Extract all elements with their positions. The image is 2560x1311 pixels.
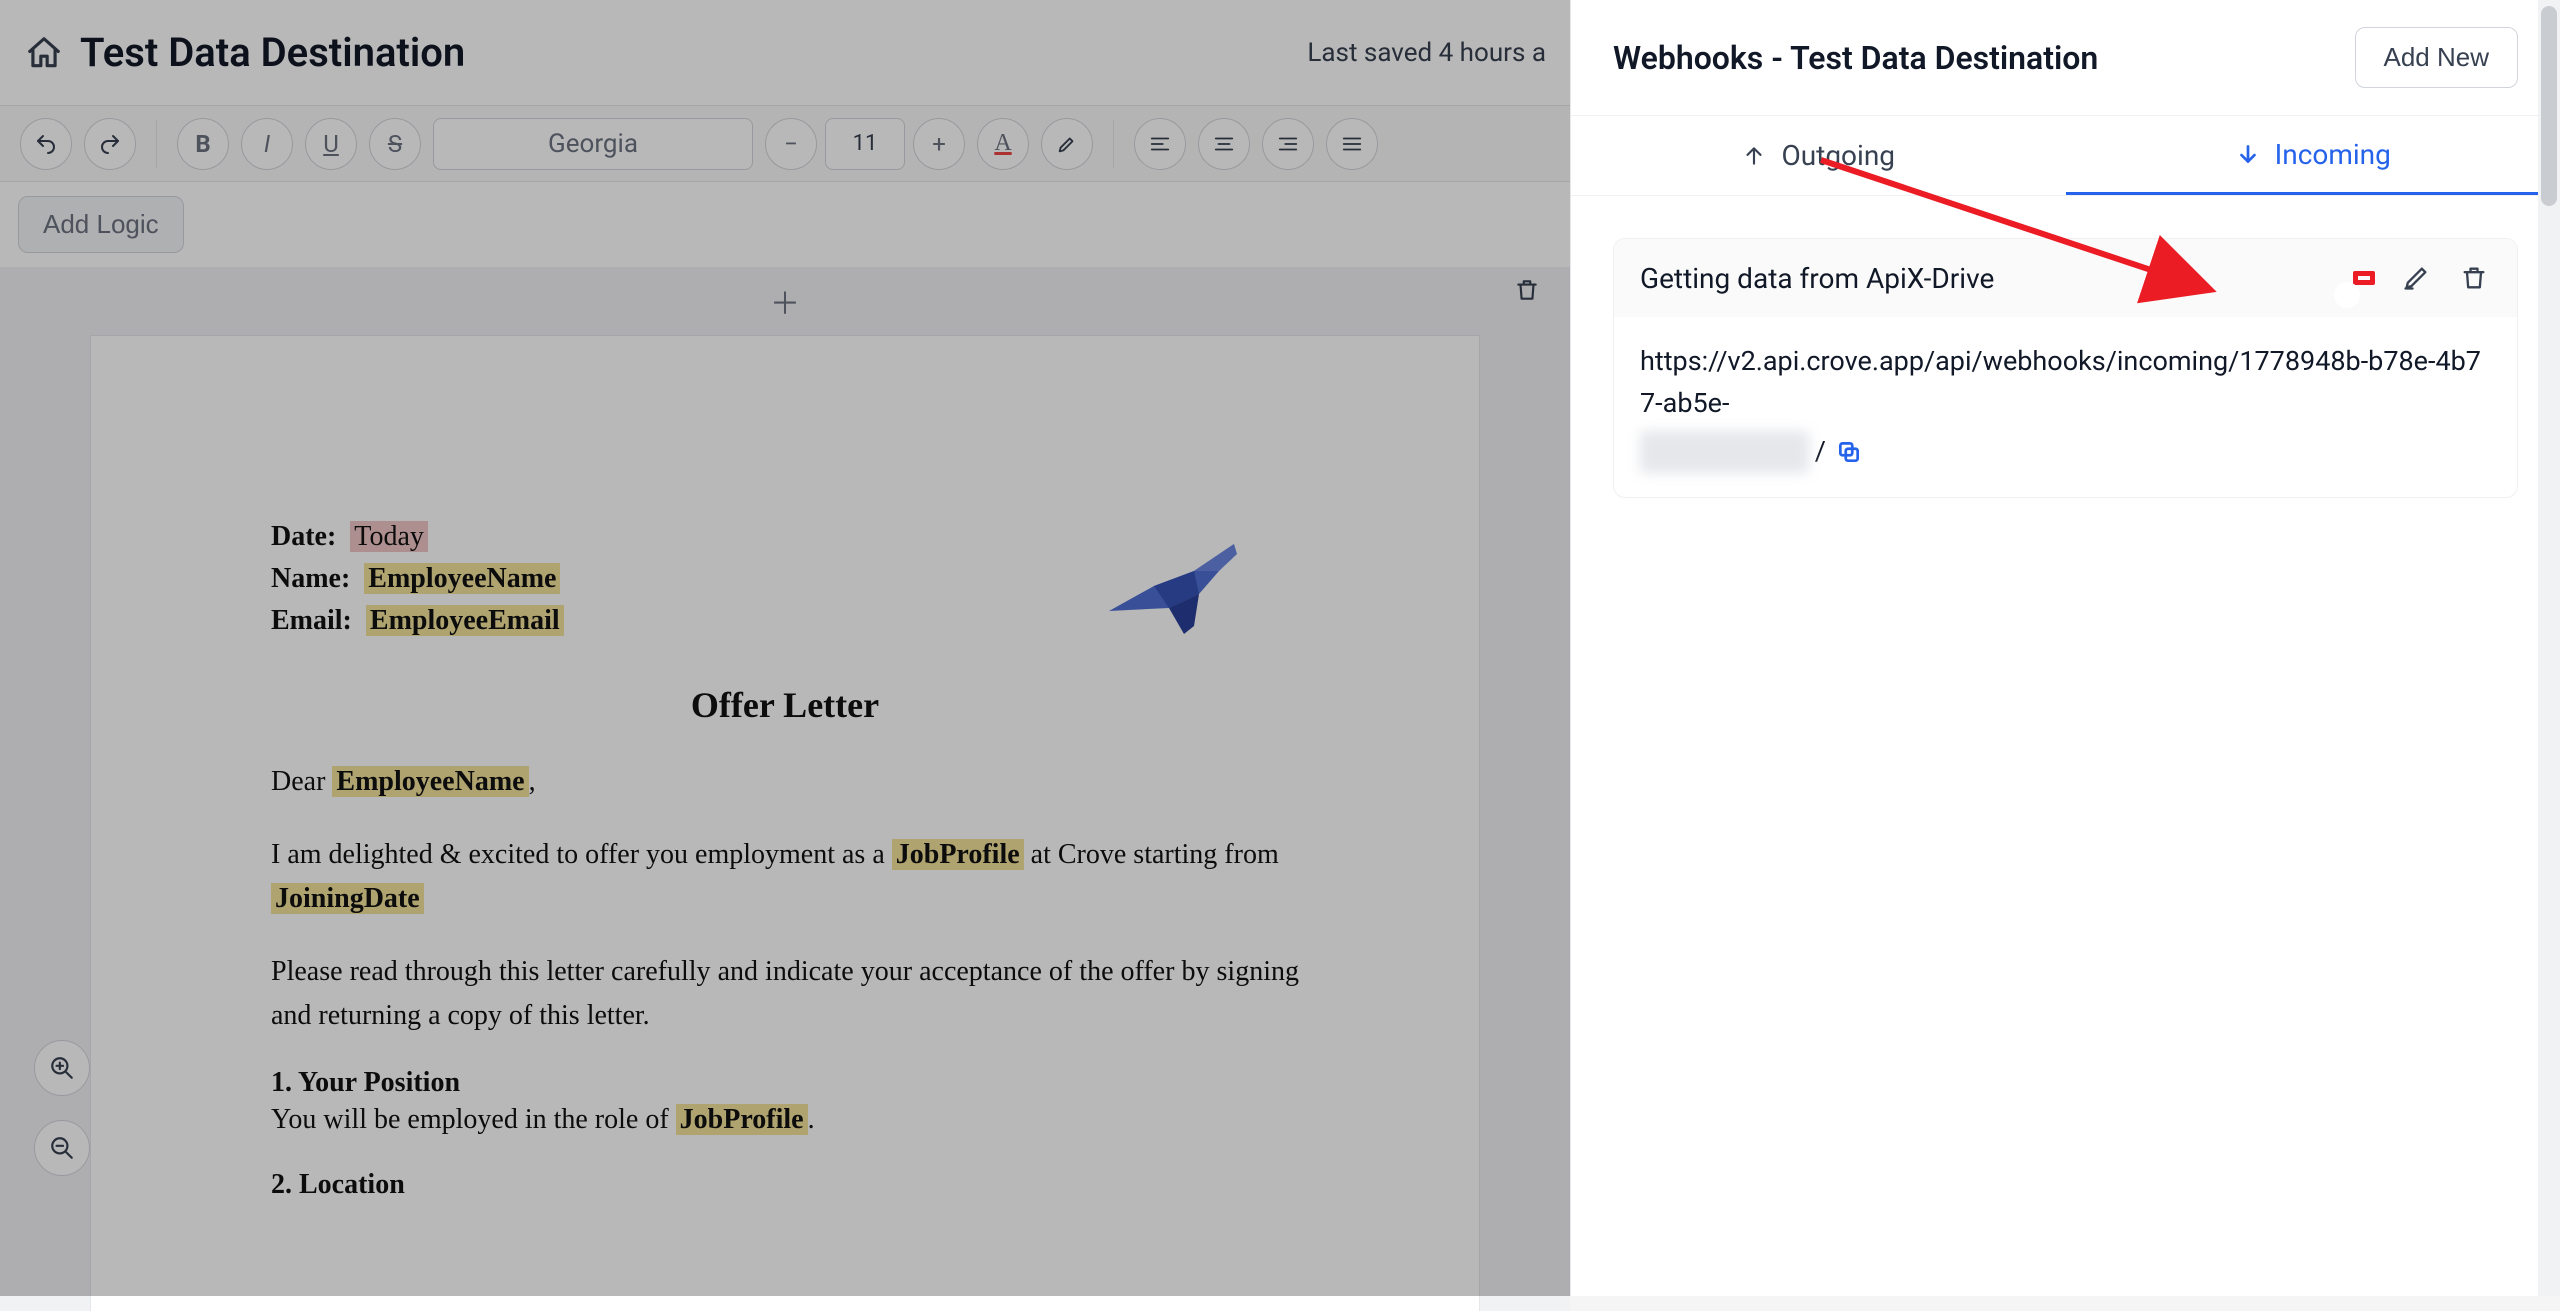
add-block-icon[interactable]: ＋ [770,279,800,323]
zoom-out-button[interactable] [34,1120,90,1176]
job-profile-variable-2[interactable]: JobProfile [676,1104,808,1135]
webhook-url: https://v2.api.crove.app/api/webhooks/in… [1614,317,2517,497]
editor-area: Test Data Destination Last saved 4 hours… [0,0,1570,1296]
employee-name-variable[interactable]: EmployeeName [332,766,528,797]
strike-button[interactable]: S [369,118,421,170]
tab-incoming[interactable]: Incoming [2066,116,2560,195]
date-label: Date: [271,521,336,552]
annotation-highlight [2353,271,2375,285]
font-family-select[interactable]: Georgia [433,118,753,170]
email-variable[interactable]: EmployeeEmail [366,605,564,636]
offer-letter-heading: Offer Letter [271,684,1299,726]
align-center-button[interactable] [1198,118,1250,170]
tab-outgoing[interactable]: Outgoing [1571,116,2066,195]
webhooks-side-panel: Webhooks - Test Data Destination Add New… [1570,0,2560,1296]
align-right-button[interactable] [1262,118,1314,170]
bold-button[interactable]: B [177,118,229,170]
font-size-value[interactable]: 11 [825,118,905,170]
name-label: Name: [271,563,350,594]
webhook-url-hidden: xxxxxxxxxxxx [1640,431,1809,473]
tab-incoming-label: Incoming [2275,138,2391,171]
undo-button[interactable] [20,118,72,170]
copy-url-button[interactable] [1836,439,1862,465]
name-variable[interactable]: EmployeeName [364,563,560,594]
underline-button[interactable]: U [305,118,357,170]
job-profile-variable[interactable]: JobProfile [892,839,1024,870]
section-2-heading: 2. Location [271,1169,1299,1201]
zoom-in-button[interactable] [34,1040,90,1096]
webhook-tabs: Outgoing Incoming [1571,116,2560,196]
document-page[interactable]: Date: Today Name: EmployeeName Email: Em… [90,335,1480,1311]
align-justify-button[interactable] [1326,118,1378,170]
edit-webhook-button[interactable] [2399,261,2433,295]
panel-title: Webhooks - Test Data Destination [1613,39,2098,77]
document-canvas: ＋ Date: Today Name: EmployeeName Email: … [0,267,1570,1311]
home-icon[interactable] [24,33,64,73]
delete-webhook-button[interactable] [2457,261,2491,295]
font-size-increase[interactable]: + [913,118,965,170]
offer-paragraph-1: I am delighted & excited to offer you em… [271,833,1299,920]
offer-paragraph-2: Please read through this letter carefull… [271,950,1299,1037]
date-variable[interactable]: Today [350,521,428,552]
section-1-body: You will be employed in the role of JobP… [271,1099,1299,1141]
add-logic-button[interactable]: Add Logic [18,196,184,253]
section-1-heading: 1. Your Position [271,1067,1299,1099]
tab-outgoing-label: Outgoing [1781,139,1895,172]
joining-date-variable[interactable]: JoiningDate [271,883,424,914]
document-title[interactable]: Test Data Destination [80,29,465,76]
highlight-button[interactable] [1041,118,1093,170]
greeting-line: Dear EmployeeName, [271,760,1299,803]
webhook-name: Getting data from ApiX-Drive [1640,262,1994,295]
last-saved-label: Last saved 4 hours a [1307,38,1546,68]
editor-header: Test Data Destination Last saved 4 hours… [0,0,1570,106]
email-label: Email: [271,605,352,636]
align-left-button[interactable] [1134,118,1186,170]
bird-logo-icon [1099,516,1249,641]
redo-button[interactable] [84,118,136,170]
delete-page-icon[interactable] [1514,277,1540,310]
scrollbar[interactable] [2538,0,2560,1296]
text-color-button[interactable]: A [977,118,1029,170]
formatting-toolbar: B I U S Georgia − 11 + A [0,106,1570,182]
webhook-card: Getting data from ApiX-Drive https://v2.… [1613,238,2518,498]
font-size-decrease[interactable]: − [765,118,817,170]
italic-button[interactable]: I [241,118,293,170]
add-new-button[interactable]: Add New [2355,27,2519,88]
